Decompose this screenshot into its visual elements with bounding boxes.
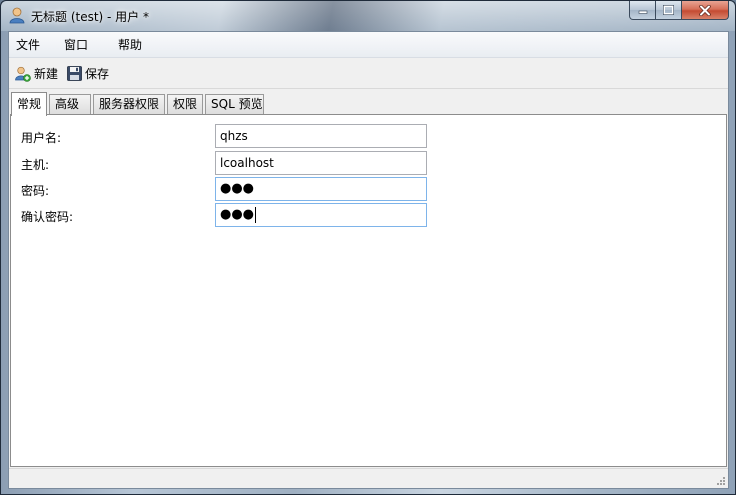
password-row: 密码: ●●● [11, 177, 431, 201]
host-row: 主机: lcoalhost [11, 151, 431, 175]
new-label: 新建 [34, 67, 59, 81]
username-input[interactable]: qhzs [215, 124, 427, 148]
caption-buttons [629, 1, 729, 21]
save-label: 保存 [85, 67, 110, 81]
maximize-button[interactable] [656, 1, 682, 20]
password-input[interactable]: ●●● [215, 177, 427, 201]
menu-help[interactable]: 帮助 [112, 34, 148, 56]
menu-bar: 文件 窗口 帮助 [9, 32, 728, 58]
close-icon [699, 4, 711, 16]
close-button[interactable] [682, 1, 729, 20]
confirm-password-input[interactable]: ●●● [215, 203, 427, 227]
save-button[interactable]: 保存 [64, 62, 112, 86]
maximize-icon [663, 5, 674, 15]
title-bar[interactable]: 无标题 (test) - 用户 * [1, 1, 735, 31]
confirm-password-row: 确认密码: ●●● [11, 203, 431, 227]
toolbar: 新建 保存 [9, 59, 728, 89]
status-bar [9, 468, 728, 488]
host-label: 主机: [21, 158, 50, 172]
confirm-password-label: 确认密码: [21, 210, 74, 224]
tab-general[interactable]: 常规 [11, 92, 48, 116]
minimize-icon [638, 10, 647, 14]
new-button[interactable]: 新建 [12, 62, 61, 86]
username-label: 用户名: [21, 131, 62, 145]
confirm-password-value: ●●● [220, 207, 255, 222]
username-row: 用户名: qhzs [11, 124, 431, 148]
client-area: 文件 窗口 帮助 新建 保存 常规 高级 服务器权限 权限 SQL 预览 用户名… [8, 31, 729, 489]
window-title: 无标题 (test) - 用户 * [31, 10, 149, 24]
minimize-button[interactable] [629, 1, 656, 20]
floppy-disk-icon [67, 66, 82, 81]
tab-privileges[interactable]: 权限 [167, 94, 204, 115]
menu-window[interactable]: 窗口 [58, 34, 112, 56]
add-user-icon [15, 66, 31, 82]
app-window: 无标题 (test) - 用户 * 文件 窗口 帮助 新建 保存 常规 高级 服… [0, 0, 736, 495]
user-icon [9, 7, 25, 24]
resize-grip-icon[interactable] [714, 474, 726, 486]
password-label: 密码: [21, 184, 50, 198]
tab-advanced[interactable]: 高级 [49, 94, 92, 115]
tab-server-privileges[interactable]: 服务器权限 [93, 94, 166, 115]
host-input[interactable]: lcoalhost [215, 151, 427, 175]
general-panel: 用户名: qhzs 主机: lcoalhost 密码: ●●● 确认密码: ●●… [10, 114, 727, 467]
tab-sql-preview[interactable]: SQL 预览 [205, 94, 265, 115]
tab-strip: 常规 高级 服务器权限 权限 SQL 预览 [11, 91, 266, 116]
menu-file[interactable]: 文件 [10, 34, 58, 56]
text-caret [255, 206, 257, 223]
